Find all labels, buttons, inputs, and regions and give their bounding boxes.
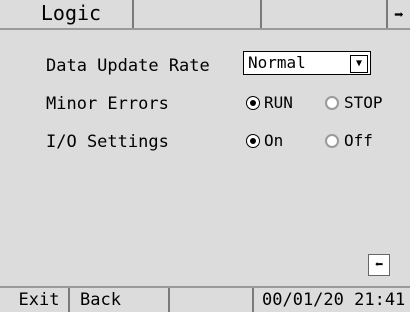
tab-3[interactable] [262, 0, 388, 28]
radio-selected-icon[interactable] [247, 134, 259, 147]
minor-errors-run-label: RUN [264, 93, 293, 112]
minor-errors-run-radio[interactable]: RUN [247, 93, 293, 112]
radio-selected-icon[interactable] [247, 96, 259, 109]
arrow-right-icon[interactable]: ➡ [388, 0, 410, 28]
tab-2[interactable] [134, 0, 262, 28]
minor-errors-stop-label: STOP [344, 93, 383, 112]
io-settings-on-radio[interactable]: On [247, 131, 283, 150]
tab-logic[interactable]: Logic [10, 0, 134, 28]
io-settings-off-label: Off [344, 131, 373, 150]
data-update-rate-select[interactable]: Normal ▼ [243, 51, 371, 75]
top-tab-bar: Logic ➡ [0, 0, 410, 30]
back-button[interactable]: Back [70, 288, 170, 312]
arrow-left-icon[interactable]: ⬅ [368, 254, 390, 276]
triangle-down-icon[interactable]: ▼ [350, 55, 368, 73]
exit-button[interactable]: Exit [10, 288, 70, 312]
radio-unselected-icon[interactable] [325, 95, 339, 110]
minor-errors-stop-radio[interactable]: STOP [325, 93, 383, 112]
data-update-rate-value: Normal [248, 53, 306, 72]
data-update-rate-label: Data Update Rate [46, 56, 210, 76]
io-settings-off-radio[interactable]: Off [325, 131, 373, 150]
io-settings-label: I/O Settings [46, 132, 169, 152]
clock-display: 00/01/20 21:41 [262, 290, 406, 310]
footer-blank-button[interactable] [172, 288, 254, 312]
minor-errors-label: Minor Errors [46, 94, 169, 114]
io-settings-on-label: On [264, 131, 284, 150]
footer-bar: Exit Back 00/01/20 21:41 [0, 286, 410, 312]
radio-unselected-icon[interactable] [325, 133, 339, 148]
